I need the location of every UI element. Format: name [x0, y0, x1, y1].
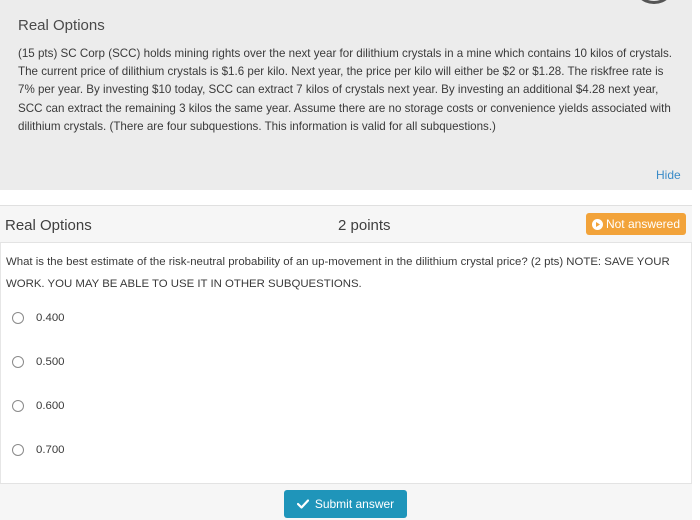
choice-label: 0.600 [36, 400, 65, 412]
choice-label: 0.400 [36, 312, 65, 324]
submit-label: Submit answer [314, 497, 395, 511]
info-panel: Real Options (15 pts) SC Corp (SCC) hold… [0, 0, 692, 190]
radio-button[interactable] [12, 356, 24, 368]
choice-option[interactable]: 0.700 [12, 442, 65, 458]
hide-link[interactable]: Hide [656, 168, 681, 182]
radio-button[interactable] [12, 312, 24, 324]
footer: Submit answer [0, 483, 692, 520]
choice-label: 0.500 [36, 356, 65, 368]
question-body: What is the best estimate of the risk-ne… [0, 243, 692, 483]
question-text: What is the best estimate of the risk-ne… [6, 256, 670, 290]
question-points: 2 points [338, 217, 391, 234]
question-title: Real Options [5, 217, 92, 234]
choice-label: 0.700 [36, 444, 65, 456]
info-title: Real Options [18, 17, 105, 34]
avatar-icon [632, 0, 676, 4]
radio-button[interactable] [12, 400, 24, 412]
submit-answer-button[interactable]: Submit answer [284, 490, 407, 518]
radio-button[interactable] [12, 444, 24, 456]
choice-option[interactable]: 0.600 [12, 398, 65, 414]
status-badge: Not answered [586, 213, 686, 235]
choice-option[interactable]: 0.500 [12, 354, 65, 370]
choice-option[interactable]: 0.400 [12, 310, 65, 326]
info-body: (15 pts) SC Corp (SCC) holds mining righ… [18, 47, 673, 133]
play-circle-icon [591, 218, 603, 230]
check-icon [296, 499, 309, 509]
question-header: Real Options 2 points Not answered [0, 205, 692, 243]
page-edge [692, 0, 700, 520]
status-label: Not answered [605, 217, 681, 231]
